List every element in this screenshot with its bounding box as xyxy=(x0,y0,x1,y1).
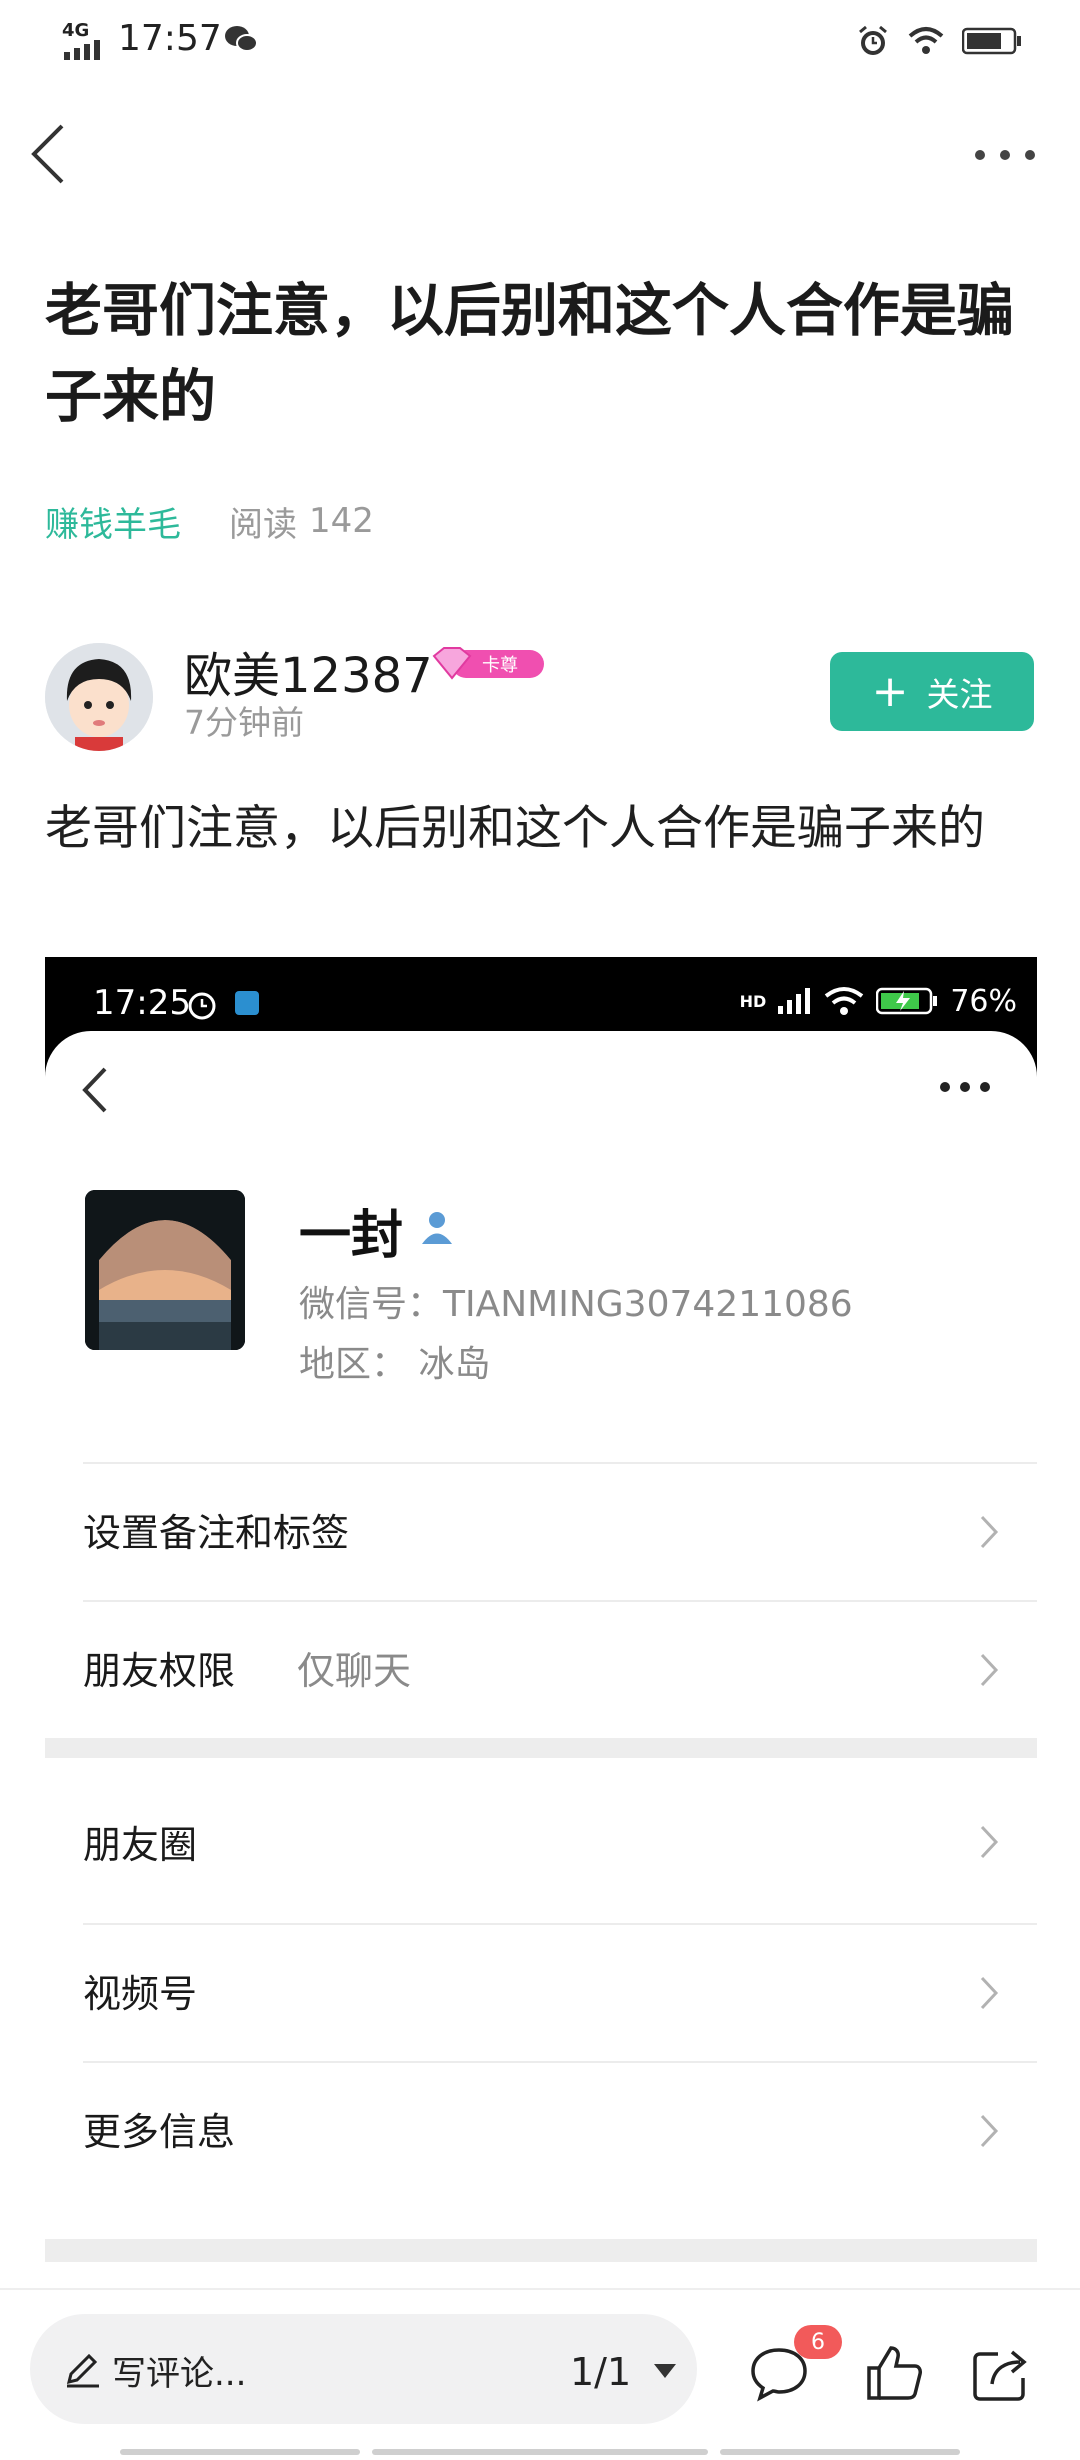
wifi-icon xyxy=(908,27,944,54)
permission-value: 仅聊天 xyxy=(297,1649,412,1693)
battery-icon xyxy=(962,27,1021,55)
read-label: 阅读 xyxy=(229,504,297,545)
post-time: 7分钟前 xyxy=(184,703,304,742)
alarm-icon xyxy=(859,25,887,55)
remark-row: 设置备注和标签 xyxy=(83,1462,1037,1600)
follow-label: 关注 xyxy=(926,674,993,714)
back-icon[interactable] xyxy=(26,122,70,186)
avatar-cartoon-image xyxy=(45,643,153,751)
post-body-text: 老哥们注意，以后别和这个人合作是骗子来的 xyxy=(45,801,985,856)
comment-count-badge: 6 xyxy=(794,2325,842,2359)
share-icon[interactable] xyxy=(970,2344,1032,2402)
chevron-right-icon xyxy=(980,1825,999,1859)
embedded-hd-label: HD xyxy=(739,991,767,1011)
pencil-icon xyxy=(66,2353,99,2388)
permission-row: 朋友权限 仅聊天 xyxy=(83,1600,1037,1738)
gesture-bar-left xyxy=(120,2449,360,2455)
page-indicator[interactable]: 1/1 xyxy=(570,2350,631,2394)
wechat-notification-icon xyxy=(225,26,258,52)
chevron-right-icon xyxy=(980,1653,999,1687)
moments-label: 朋友圈 xyxy=(83,1823,198,1867)
contact-wechat-id: 微信号：TIANMING3074211086 xyxy=(299,1284,853,1325)
author-avatar[interactable] xyxy=(45,643,153,751)
category-tag[interactable]: 赚钱羊毛 xyxy=(45,497,181,546)
bottom-divider xyxy=(0,2288,1080,2290)
chevron-right-icon xyxy=(980,1515,999,1549)
channels-label: 视频号 xyxy=(83,1972,198,2016)
comment-placeholder: 写评论... xyxy=(112,2354,247,2394)
embedded-screenshot[interactable]: 17:25 HD 76% 一封 微信号：TIANMING3074211086 地… xyxy=(45,957,1037,2262)
comment-input[interactable]: 写评论... 1/1 xyxy=(30,2314,697,2424)
vip-badge-text: 卡尊 xyxy=(482,655,518,676)
more-info-label: 更多信息 xyxy=(83,2110,236,2154)
embedded-app-icon xyxy=(235,991,259,1015)
caret-down-icon[interactable] xyxy=(652,2362,678,2380)
contact-avatar-image xyxy=(85,1190,245,1350)
chevron-right-icon xyxy=(980,2114,999,2148)
vip-diamond-badge: 卡尊 xyxy=(432,647,544,680)
contact-avatar xyxy=(85,1190,245,1350)
contact-gender-person-icon xyxy=(422,1212,452,1244)
embedded-status-bar: 17:25 HD 76% xyxy=(45,957,1037,1031)
embedded-more-icon xyxy=(940,1082,990,1092)
article-meta: 赚钱羊毛 阅读 142 xyxy=(45,496,374,546)
embedded-wifi-icon xyxy=(825,987,864,1015)
gesture-bar-center xyxy=(372,2449,708,2455)
embedded-status-time: 17:25 xyxy=(93,983,191,1023)
embedded-back-icon xyxy=(82,1067,107,1113)
plus-icon: + xyxy=(871,665,909,717)
contact-region: 地区： 冰岛 xyxy=(299,1344,491,1385)
moments-row: 朋友圈 xyxy=(83,1758,1037,1923)
channels-row: 视频号 xyxy=(83,1923,1037,2061)
embedded-battery-icon xyxy=(876,987,938,1015)
embedded-battery-percent: 76% xyxy=(950,983,1017,1019)
thumbs-up-icon[interactable] xyxy=(863,2342,925,2404)
gesture-bar-right xyxy=(720,2449,960,2455)
chevron-right-icon xyxy=(980,1976,999,2010)
follow-button[interactable]: + 关注 xyxy=(830,652,1034,731)
status-time: 17:57 xyxy=(118,18,222,59)
article-title: 老哥们注意，以后别和这个人合作是骗子来的 xyxy=(45,278,1014,430)
read-count: 142 xyxy=(309,501,374,541)
section-gap xyxy=(45,1738,1037,1758)
embedded-signal-icon xyxy=(778,988,811,1014)
section-gap xyxy=(45,2239,1037,2262)
permission-label: 朋友权限 xyxy=(83,1649,236,1693)
more-options-icon[interactable] xyxy=(970,140,1040,170)
embedded-alarm-icon xyxy=(188,992,216,1020)
contact-name: 一封 xyxy=(299,1206,404,1266)
more-info-row: 更多信息 xyxy=(83,2061,1037,2199)
remark-label: 设置备注和标签 xyxy=(83,1511,350,1555)
signal-icon xyxy=(64,40,100,60)
status-bar: 4G 17:57 xyxy=(0,0,1080,86)
